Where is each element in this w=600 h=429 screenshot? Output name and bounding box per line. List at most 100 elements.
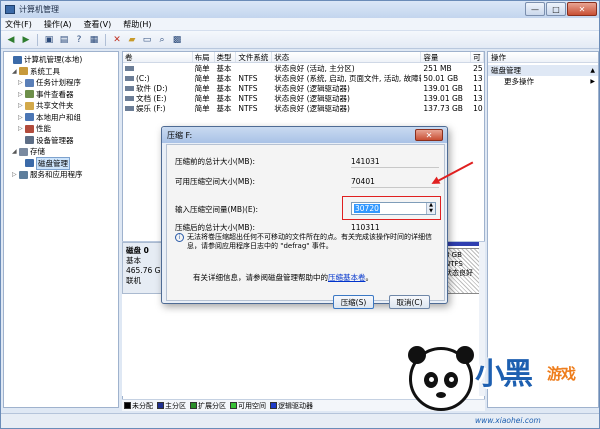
tree-item-services[interactable]: ▷ 服务和应用程序 [6, 169, 116, 181]
cell-status: 状态良好 (逻辑驱动器) [274, 103, 350, 113]
device-icon [25, 136, 34, 145]
event-icon [25, 90, 34, 99]
table-row[interactable]: 文档 (E:) 简单 基本 NTFS 状态良好 (逻辑驱动器) 139.01 G… [123, 93, 484, 103]
panda-ear [456, 346, 474, 364]
shrink-dialog: 压缩 F: ✕ 压缩前的总计大小(MB): 141031 可用压缩空间大小(MB… [161, 126, 448, 309]
tree-expander[interactable]: ◢ [12, 148, 19, 155]
dialog-title-bar[interactable]: 压缩 F: ✕ [162, 127, 447, 143]
tree-expander[interactable]: ▷ [18, 79, 25, 86]
legend-swatch [270, 402, 277, 409]
cell-capacity: 139.01 GB [423, 83, 463, 93]
drive-icon [125, 76, 134, 81]
menu-action[interactable]: 操作(A) [44, 19, 72, 30]
tree-item-shared-folders[interactable]: ▷ 共享文件夹 [6, 100, 116, 112]
table-row[interactable]: 软件 (D:) 简单 基本 NTFS 状态良好 (逻辑驱动器) 139.01 G… [123, 83, 484, 93]
shrink-button[interactable]: 压缩(S) [333, 295, 374, 309]
column-filesystem[interactable]: 文件系统 [236, 52, 273, 62]
column-type[interactable]: 类型 [215, 52, 237, 62]
tree-expander[interactable]: ◢ [12, 68, 19, 75]
folder-icon [25, 101, 34, 110]
watermark-url: www.xiaohei.com [475, 416, 541, 425]
open-icon[interactable]: ▰ [126, 34, 138, 46]
panda-eye-shine [429, 377, 434, 382]
tree-expander[interactable]: ▷ [12, 171, 19, 178]
menu-help[interactable]: 帮助(H) [123, 19, 151, 30]
actions-section-label: 磁盘管理 [491, 66, 521, 75]
table-row[interactable]: 娱乐 (F:) 简单 基本 NTFS 状态良好 (逻辑驱动器) 137.73 G… [123, 103, 484, 113]
view-icon[interactable]: ▦ [88, 34, 100, 46]
window-title: 计算机管理 [19, 5, 59, 14]
tree-item-event-viewer[interactable]: ▷ 事件查看器 [6, 89, 116, 101]
column-volume[interactable]: 卷 [123, 52, 193, 62]
tree-expander[interactable]: ▷ [18, 125, 25, 132]
column-status[interactable]: 状态 [272, 52, 422, 62]
properties-icon[interactable]: ▤ [58, 34, 70, 46]
actions-section-disk-management[interactable]: 磁盘管理 ▲ [488, 65, 598, 76]
cell-free: 25 [473, 63, 483, 73]
forward-icon[interactable]: ▶ [20, 34, 32, 46]
drive-icon [125, 106, 134, 111]
info-icon: i [175, 233, 184, 242]
column-capacity[interactable]: 容量 [421, 52, 472, 62]
column-free[interactable]: 可 [471, 52, 484, 62]
legend-swatch [157, 402, 164, 409]
partition-block[interactable]: 8 GB NTFS 状态良好 [442, 248, 483, 294]
tree-item-system-tools[interactable]: ◢ 系统工具 [6, 66, 116, 78]
column-layout[interactable]: 布局 [193, 52, 215, 62]
tree-item-device-manager[interactable]: 设备管理器 [6, 135, 116, 147]
tree-item-task-scheduler[interactable]: ▷ 任务计划程序 [6, 77, 116, 89]
delete-icon[interactable]: ✕ [111, 34, 123, 46]
field-underline [351, 187, 439, 188]
volume-name: (C:) [136, 73, 150, 83]
tree-expander[interactable]: ▷ [18, 102, 25, 109]
panda-eye [444, 372, 458, 388]
legend-extended: 扩展分区 [190, 401, 226, 411]
panda-mascot-icon [408, 346, 474, 411]
tree-item-local-users[interactable]: ▷ 本地用户和组 [6, 112, 116, 124]
cell-free: 10 [473, 103, 483, 113]
close-button[interactable]: ✕ [567, 2, 597, 16]
tree-expander[interactable]: ▷ [18, 91, 25, 98]
computer-management-window: 计算机管理 — □ ✕ 文件(F) 操作(A) 查看(V) 帮助(H) ◀ ▶ … [0, 0, 600, 429]
cell-filesystem: NTFS [238, 73, 258, 83]
menu-view[interactable]: 查看(V) [84, 19, 112, 30]
search-icon[interactable]: ⌕ [156, 34, 168, 46]
zoom-icon[interactable]: ▩ [171, 34, 183, 46]
toolbar-separator [105, 33, 106, 46]
dialog-close-button[interactable]: ✕ [415, 129, 443, 141]
tree-expander[interactable]: ▷ [18, 114, 25, 121]
users-icon [25, 113, 34, 122]
more-actions[interactable]: 更多操作 ▶ [488, 76, 598, 87]
clock-icon [25, 78, 34, 87]
save-icon[interactable]: ▭ [141, 34, 153, 46]
minimize-button[interactable]: — [525, 2, 545, 16]
collapse-up-icon[interactable]: ▲ [590, 67, 595, 74]
panda-eye-shine [449, 377, 454, 382]
legend-label: 可用空间 [238, 401, 266, 410]
title-bar[interactable]: 计算机管理 — □ ✕ [1, 1, 599, 18]
watermark-sub: 游戏 [547, 365, 576, 383]
cell-capacity: 50.01 GB [423, 73, 459, 83]
tree-item-disk-management[interactable]: 磁盘管理 [6, 156, 116, 170]
table-row[interactable]: (C:) 简单 基本 NTFS 状态良好 (系统, 启动, 页面文件, 活动, … [123, 73, 484, 83]
cell-filesystem: NTFS [238, 103, 258, 113]
tree-item-label: 性能 [36, 124, 51, 134]
tree-item-label: 本地用户和组 [36, 112, 81, 122]
cell-capacity: 137.73 GB [423, 103, 463, 113]
cell-capacity: 251 MB [423, 63, 452, 73]
maximize-button[interactable]: □ [546, 2, 566, 16]
toolbar: ◀ ▶ ▣ ▤ ? ▦ ✕ ▰ ▭ ⌕ ▩ [1, 31, 599, 49]
tree-item-computer-management[interactable]: 计算机管理(本地) [6, 54, 116, 66]
back-icon[interactable]: ◀ [5, 34, 17, 46]
help-line: 有关详细信息，请参阅磁盘管理帮助中的压缩基本卷。 [193, 272, 373, 283]
menu-file[interactable]: 文件(F) [5, 19, 32, 30]
table-row[interactable]: 简单 基本 状态良好 (活动, 主分区) 251 MB 25 [123, 63, 484, 73]
help-icon[interactable]: ? [73, 34, 85, 46]
up-icon[interactable]: ▣ [43, 34, 55, 46]
cancel-button[interactable]: 取消(C) [389, 295, 430, 309]
cell-volume: (C:) [123, 74, 193, 83]
watermark-main: 小黑 [475, 357, 533, 392]
shrink-basic-volume-link[interactable]: 压缩基本卷 [328, 273, 366, 282]
tree-item-performance[interactable]: ▷ 性能 [6, 123, 116, 135]
app-icon [5, 5, 15, 14]
